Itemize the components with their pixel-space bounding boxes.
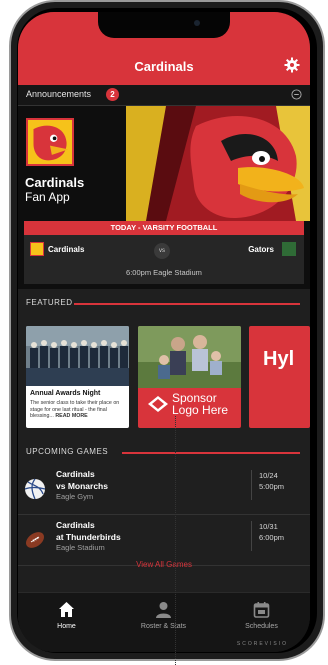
- sponsor-logo-icon: [148, 396, 168, 412]
- sponsor-photo: [138, 326, 241, 388]
- today-game-card[interactable]: TODAY - VARSITY FOOTBALL Cardinals vs Ga…: [24, 221, 304, 284]
- today-banner: TODAY - VARSITY FOOTBALL: [24, 221, 304, 235]
- upcoming-divider: [122, 452, 300, 454]
- read-more-link[interactable]: READ MORE: [55, 413, 87, 419]
- announcements-badge: 2: [106, 88, 119, 101]
- brand-mark: SCOREVISIO: [236, 641, 288, 647]
- camera-icon: [194, 20, 200, 26]
- tab-roster-stats[interactable]: Roster & Stats: [115, 593, 212, 637]
- awards-photo: [26, 326, 129, 386]
- game-teams: Cardinals at Thunderbirds: [56, 520, 121, 542]
- hero-app-subtitle: Fan App: [25, 190, 70, 204]
- game-row[interactable]: Cardinals at Thunderbirds Eagle Stadium 1…: [18, 515, 310, 566]
- upcoming-label: UPCOMING GAMES: [26, 447, 109, 456]
- gear-icon[interactable]: [284, 57, 300, 73]
- featured-card-sponsor[interactable]: Sponsor Logo Here: [138, 326, 241, 428]
- row-divider: [251, 470, 252, 500]
- app-screen: Cardinals Announcements 2 Cardinals Fan …: [18, 12, 310, 652]
- row-divider: [251, 521, 252, 551]
- sponsor-line-2: Logo Here: [172, 403, 229, 417]
- awards-title: Annual Awards Night: [30, 390, 101, 397]
- featured-card-partial[interactable]: Hyl: [249, 326, 310, 428]
- team-logo: [26, 118, 74, 166]
- tab-schedules[interactable]: Schedules: [213, 593, 310, 637]
- view-all-games-link[interactable]: View All Games: [18, 560, 310, 569]
- home-team-name: Cardinals: [48, 245, 85, 254]
- game-row[interactable]: Cardinals vs Monarchs Eagle Gym 10/24 5:00…: [18, 464, 310, 515]
- game-date-time: 10/24 5:00pm: [259, 471, 285, 491]
- home-team-logo: [30, 242, 44, 256]
- hero-app-name: Cardinals: [25, 175, 85, 190]
- game-time-venue: 6:00pm Eagle Stadium: [126, 268, 202, 277]
- upcoming-header: UPCOMING GAMES: [18, 444, 310, 460]
- away-team-logo: [282, 242, 296, 256]
- mascot-art: [126, 106, 310, 221]
- featured-header: FEATURED: [18, 295, 310, 311]
- tab-label: Home: [57, 623, 76, 630]
- featured-card-awards[interactable]: Annual Awards Night The senior class to …: [26, 326, 129, 428]
- partial-card-text: Hyl: [263, 348, 295, 370]
- away-team-name: Gators: [248, 245, 274, 254]
- calendar-icon: [253, 602, 270, 618]
- scroll-indicator-line: [175, 416, 176, 665]
- game-date-time: 10/31 6:00pm: [259, 522, 285, 542]
- hero-banner: Cardinals Fan App TODAY - VARSITY FOOTBA…: [18, 106, 310, 289]
- featured-divider: [74, 303, 300, 305]
- announcements-label: Announcements: [26, 89, 92, 99]
- football-icon: [25, 532, 45, 548]
- game-teams: Cardinals vs Monarchs: [56, 469, 108, 491]
- tab-home[interactable]: Home: [18, 593, 115, 637]
- person-icon: [156, 602, 171, 618]
- volleyball-icon: [24, 478, 46, 500]
- awards-description: The senior class to take their place on …: [30, 400, 120, 420]
- tab-label: Roster & Stats: [140, 623, 187, 630]
- app-title: Cardinals: [134, 59, 194, 74]
- announcements-bar[interactable]: Announcements 2: [18, 85, 310, 106]
- game-venue: Eagle Stadium: [56, 543, 105, 552]
- collapse-icon[interactable]: [291, 89, 302, 100]
- tab-label: Schedules: [245, 623, 278, 630]
- home-icon: [59, 602, 74, 617]
- featured-label: FEATURED: [26, 298, 73, 307]
- notch: [98, 12, 230, 38]
- game-venue: Eagle Gym: [56, 492, 94, 501]
- vs-badge: vs: [154, 243, 170, 259]
- tab-bar: Home Roster & Stats Schedules SCOREVISIO: [18, 592, 310, 652]
